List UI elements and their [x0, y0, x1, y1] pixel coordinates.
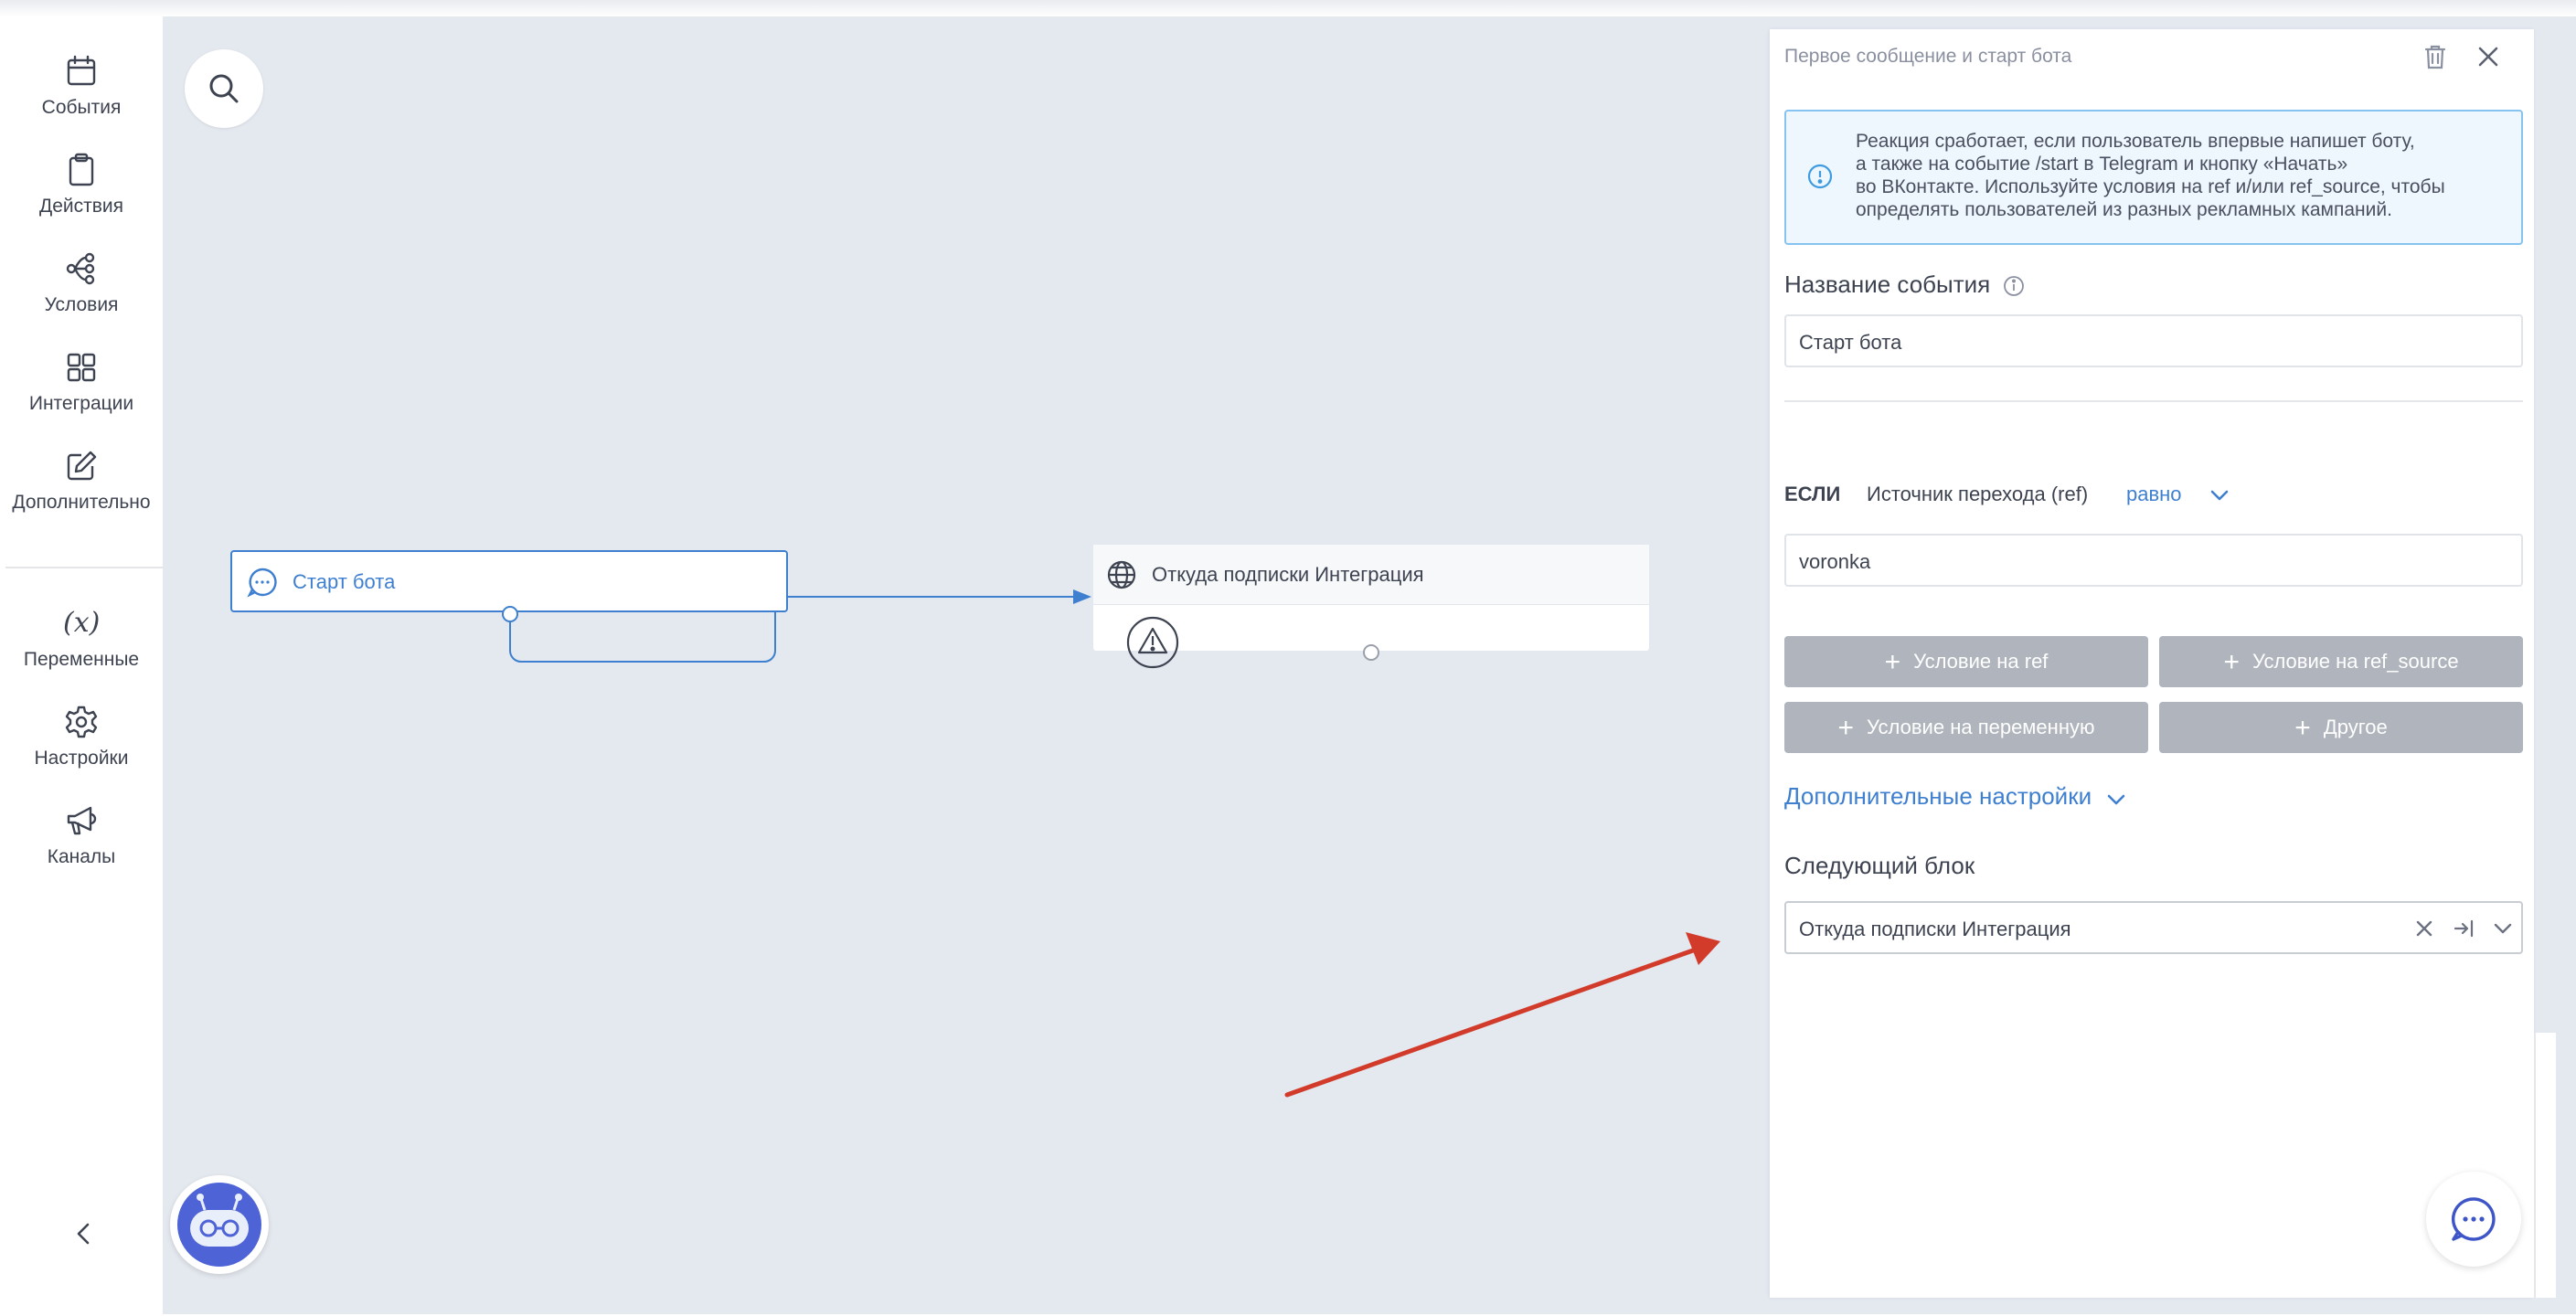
info-icon — [1807, 164, 1833, 189]
info-text: Реакция сработает, если пользователь впе… — [1856, 130, 2514, 221]
sidebar-item-label: Действия — [38, 196, 123, 217]
next-block-select[interactable]: Откуда подписки Интеграция — [1784, 901, 2523, 954]
trash-icon[interactable] — [2421, 42, 2450, 71]
top-shadow — [0, 0, 2576, 16]
add-ref-source-condition-button[interactable]: + Условие на ref_source — [2159, 636, 2523, 687]
plus-icon: + — [2223, 647, 2240, 677]
chevron-left-icon[interactable] — [66, 1215, 102, 1252]
close-icon[interactable] — [2474, 42, 2503, 71]
condition-operator[interactable]: равно — [2126, 483, 2182, 506]
go-to-block-icon[interactable] — [2452, 916, 2477, 941]
plus-icon: + — [2294, 713, 2311, 743]
background-panel-edge — [2534, 1033, 2556, 1298]
chevron-down-icon[interactable] — [2104, 788, 2128, 812]
info-line: а также на событие /start в Telegram и к… — [1856, 154, 2348, 175]
condition-value-input[interactable]: voronka — [1784, 534, 2523, 587]
chevron-down-icon[interactable] — [2209, 484, 2230, 506]
event-settings-panel: Первое сообщение и старт бота Реакция ср… — [1770, 29, 2534, 1298]
sidebar-item-label: События — [41, 97, 122, 118]
button-label: Условие на переменную — [1867, 716, 2095, 738]
sidebar-item-conditions[interactable]: Условия — [0, 250, 163, 316]
clear-icon[interactable] — [2411, 916, 2437, 941]
flow-node-integration[interactable]: Откуда подписки Интеграция — [1093, 545, 1649, 669]
edit-icon — [67, 451, 97, 481]
megaphone-icon — [67, 806, 97, 835]
node-title: Старт бота — [293, 570, 396, 593]
button-label: Условие на ref_source — [2251, 650, 2459, 673]
bot-assistant-avatar[interactable] — [170, 1175, 269, 1274]
sidebar-item-label: Интеграции — [28, 393, 134, 414]
panel-title: Первое сообщение и старт бота — [1784, 46, 2072, 67]
sidebar-item-label: Дополнительно — [12, 492, 151, 513]
advanced-settings-toggle[interactable]: Дополнительные настройки — [1784, 782, 2092, 811]
sidebar-item-label: Условия — [44, 294, 119, 315]
condition-source[interactable]: Источник перехода (ref) — [1867, 483, 2088, 506]
chat-icon — [2451, 1197, 2496, 1241]
add-ref-condition-button[interactable]: + Условие на ref — [1784, 636, 2148, 687]
button-label: Условие на ref — [1913, 650, 2049, 673]
sidebar-item-integrations[interactable]: Интеграции — [0, 349, 163, 415]
variable-icon: (x) — [63, 607, 101, 639]
info-line: Реакция сработает, если пользователь впе… — [1856, 131, 2415, 152]
plus-icon: + — [1884, 647, 1901, 677]
sidebar-item-additional[interactable]: Дополнительно — [0, 448, 163, 514]
sidebar-item-label: Переменные — [23, 649, 140, 670]
chat-bubble-icon — [247, 568, 277, 598]
calendar-icon — [67, 55, 96, 86]
robot-icon — [177, 1183, 261, 1267]
sidebar: События Действия Условия Интеграции Допо… — [0, 16, 163, 1316]
branch-icon — [66, 252, 95, 285]
gear-icon — [65, 706, 98, 738]
node-header: Откуда подписки Интеграция — [1093, 545, 1649, 605]
sidebar-item-variables[interactable]: (x) Переменные — [0, 605, 163, 671]
next-block-label: Следующий блок — [1784, 852, 1975, 879]
button-label: Другое — [2323, 716, 2388, 738]
sidebar-item-actions[interactable]: Действия — [0, 152, 163, 218]
sidebar-item-label: Каналы — [47, 846, 116, 867]
search-icon — [209, 74, 239, 103]
event-name-label: Название события — [1784, 271, 1991, 298]
next-block-value: Откуда подписки Интеграция — [1799, 918, 2071, 940]
flow-node-start[interactable]: Старт бота — [230, 550, 788, 612]
canvas-search-button[interactable] — [185, 49, 263, 128]
sidebar-item-channels[interactable]: Каналы — [0, 802, 163, 868]
sidebar-item-settings[interactable]: Настройки — [0, 704, 163, 769]
event-name-input[interactable]: Старт бота — [1784, 314, 2523, 367]
clipboard-icon — [69, 153, 94, 186]
node-title: Откуда подписки Интеграция — [1152, 563, 1424, 586]
if-label: ЕСЛИ — [1784, 483, 1841, 505]
globe-icon — [1107, 560, 1136, 589]
section-divider — [1784, 400, 2523, 402]
sidebar-item-events[interactable]: События — [0, 53, 163, 119]
add-other-condition-button[interactable]: + Другое — [2159, 702, 2523, 753]
sidebar-item-label: Настройки — [34, 748, 129, 769]
plus-icon: + — [1837, 713, 1855, 743]
add-variable-condition-button[interactable]: + Условие на переменную — [1784, 702, 2148, 753]
support-chat-button[interactable] — [2426, 1172, 2521, 1267]
warning-icon[interactable] — [1126, 616, 1179, 669]
sidebar-divider — [5, 567, 163, 568]
info-line: во ВКонтакте. Используйте условия на ref… — [1856, 176, 2445, 197]
chevron-down-icon[interactable] — [2490, 916, 2516, 941]
info-hint-icon[interactable] — [2002, 274, 2026, 298]
app-window: События Действия Условия Интеграции Допо… — [0, 0, 2576, 1316]
info-alert: Реакция сработает, если пользователь впе… — [1784, 110, 2523, 245]
info-line: определять пользователей из разных рекла… — [1856, 199, 2392, 220]
grid-icon — [67, 353, 96, 382]
